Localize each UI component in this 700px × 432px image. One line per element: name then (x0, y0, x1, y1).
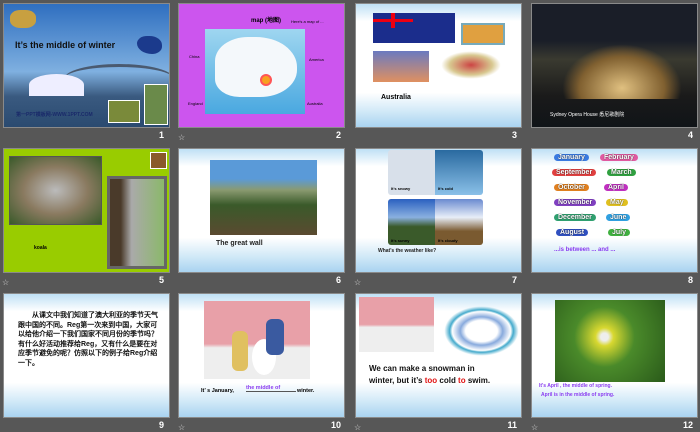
animation-star-icon[interactable]: ☆ (178, 133, 185, 142)
slide-caption: Australia (381, 94, 411, 101)
slide-thumbnail-12[interactable]: It's April , the middle of spring. April… (531, 293, 698, 418)
kangaroo-image (108, 100, 140, 123)
great-wall-image (210, 160, 317, 235)
month-sticker: March (607, 169, 636, 176)
slide-thumbnail-11[interactable]: We can make a snowman in winter, but it’… (355, 293, 522, 418)
watermark: 第一PPT模板网-WWW.1PPT.COM (16, 112, 93, 118)
slide-thumbnail-3[interactable]: Australia (355, 3, 522, 128)
slide-thumbnail-1[interactable]: It’s the middle of winter 第一PPT模板网-WWW.1… (3, 3, 170, 128)
label-china: China (189, 54, 200, 59)
swimmer-illustration (444, 306, 519, 356)
slide-number: 11 (507, 420, 517, 430)
label-snowy: It's snowy (391, 186, 411, 191)
slide-title: It’s the middle of winter (15, 40, 116, 50)
slide-number: 4 (687, 130, 693, 140)
sentence-line-1: We can make a snowman in (369, 364, 475, 373)
month-sticker: October (554, 184, 589, 191)
sentence-line-2: April is in the middle of spring. (541, 392, 615, 398)
slide-number: 3 (511, 130, 517, 140)
australia-map-image (461, 23, 505, 45)
coat-of-arms-image (441, 51, 501, 79)
month-sticker: June (606, 214, 631, 221)
slide-caption: What's the weather like? (378, 248, 437, 254)
month-sticker: January (554, 154, 589, 161)
snowman-illustration (204, 301, 310, 379)
slide-number: 8 (687, 275, 693, 285)
snowman-illustration (359, 297, 434, 352)
label-cold: It's cold (438, 186, 453, 191)
label-sunny: It's sunny (391, 238, 410, 243)
text: swim. (465, 376, 491, 385)
highlight-too: too (424, 376, 438, 385)
australia-flag-map (137, 36, 162, 54)
slide-number: 7 (511, 275, 517, 285)
month-sticker: May (606, 199, 628, 206)
slide-subtitle: Here's a map of ... (291, 19, 324, 24)
sydney-image (373, 51, 429, 82)
slide-number: 6 (335, 275, 341, 285)
china-map-image (205, 29, 305, 114)
slide-thumbnail-6[interactable]: The great wall (178, 148, 345, 273)
slide-number: 10 (330, 420, 341, 430)
slide-caption: Sydney Opera House 悉尼歌剧院 (550, 112, 625, 118)
month-sticker: August (556, 229, 589, 236)
slide-thumbnail-2[interactable]: map (地图) Here's a map of ... China Ameri… (178, 3, 345, 128)
sentence-end: winter. (297, 388, 315, 394)
sentence-line-1: It's April , the middle of spring. (539, 383, 612, 389)
slide-number: 2 (335, 130, 341, 140)
animation-star-icon[interactable]: ☆ (2, 278, 9, 287)
slide-number: 12 (682, 420, 693, 430)
slide-thumbnail-8[interactable]: January February September March October… (531, 148, 698, 273)
text: winter, but it’s (369, 376, 425, 385)
slide-body-text: 从课文中我们知道了澳大利亚的季节天气跟中国的不同。Reg第一次来到中国，大家可以… (18, 312, 158, 367)
text: cold (437, 376, 459, 385)
slide-caption: koala (34, 245, 47, 251)
label-cloudy: It's cloudy (438, 238, 458, 243)
highlight-to: to (458, 376, 466, 385)
koala-image (144, 84, 168, 125)
label-america: America (309, 57, 324, 62)
slide-number: 1 (158, 130, 164, 140)
month-sticker: April (604, 184, 628, 191)
sentence-line-2: winter, but it’s too cold to swim. (369, 376, 490, 385)
label-australia: Australia (307, 101, 323, 106)
slide-thumbnail-7[interactable]: It's snowy It's cold It's sunny It's clo… (355, 148, 522, 273)
koala-icon (150, 152, 167, 169)
slide-thumbnail-10[interactable]: It’ s January, the middle of winter. (178, 293, 345, 418)
animation-star-icon[interactable]: ☆ (354, 278, 361, 287)
month-sticker: July (608, 229, 631, 236)
sentence-blank: the middle of (246, 385, 296, 392)
month-sticker: September (552, 169, 597, 176)
australia-flag-image (373, 13, 455, 43)
coat-of-arms-icon (10, 10, 36, 28)
opera-house-night-image (562, 44, 682, 99)
slide-number: 9 (158, 420, 164, 430)
slide-thumbnail-4[interactable]: Sydney Opera House 悉尼歌剧院 (531, 3, 698, 128)
butterfly-flower-image (555, 300, 665, 382)
slide-thumbnail-5[interactable]: koala (3, 148, 170, 273)
slide-thumbnail-9[interactable]: 从课文中我们知道了澳大利亚的季节天气跟中国的不同。Reg第一次来到中国，大家可以… (3, 293, 170, 418)
koala-tree-image (107, 176, 167, 269)
month-sticker: November (554, 199, 597, 206)
month-sticker: February (600, 154, 638, 161)
slide-caption: The great wall (216, 240, 263, 247)
location-marker-icon (260, 74, 272, 86)
opera-house-image (29, 74, 84, 96)
month-sticker: December (554, 214, 596, 221)
koala-mother-image (9, 156, 102, 225)
sentence-start: It’ s January, (201, 388, 234, 394)
slide-title: map (地图) (251, 18, 282, 24)
label-england: England (188, 101, 203, 106)
slide-number: 5 (158, 275, 164, 285)
slide-caption: ...is between ... and ... (554, 247, 616, 253)
